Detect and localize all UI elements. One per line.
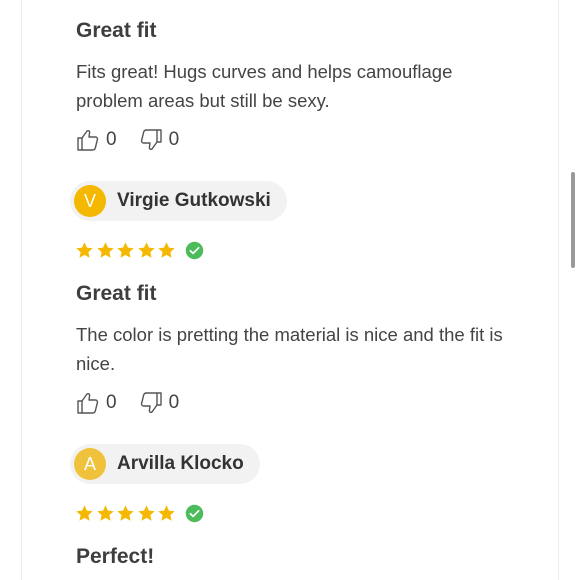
helpful-count: 0: [106, 129, 117, 150]
thumbs-up-icon: [77, 392, 99, 414]
star-icon: [158, 505, 175, 521]
avatar: V: [74, 185, 106, 217]
author-name: Virgie Gutkowski: [117, 190, 271, 211]
star-icon: [137, 242, 155, 258]
not-helpful-button[interactable]: 0: [139, 128, 180, 152]
star-rating: [75, 504, 204, 523]
star-icon: [96, 505, 114, 521]
scrollbar-thumb[interactable]: [571, 172, 575, 268]
star-icon: [96, 242, 114, 258]
helpful-count: 0: [106, 392, 117, 413]
card-right-border: [558, 0, 559, 580]
verified-check-icon: [185, 504, 203, 523]
star-icon: [158, 242, 175, 258]
helpful-button[interactable]: 0: [76, 391, 117, 415]
review-votes: 0 0: [76, 388, 546, 418]
thumbs-down-icon: [140, 129, 162, 151]
star-icon: [117, 505, 134, 521]
avatar: A: [74, 448, 106, 480]
card-left-border: [21, 0, 22, 580]
not-helpful-button[interactable]: 0: [139, 391, 180, 415]
thumbs-up-icon: [77, 129, 99, 151]
review-3: Perfect!: [76, 544, 546, 570]
review-title: Perfect!: [76, 545, 155, 568]
author-badge: V Virgie Gutkowski: [70, 181, 287, 221]
review-body: Fits great! Hugs curves and helps camouf…: [76, 61, 453, 111]
not-helpful-count: 0: [168, 392, 180, 413]
star-rating: [75, 241, 204, 260]
thumbs-down-icon: [140, 392, 162, 414]
star-icon: [117, 242, 134, 258]
helpful-button[interactable]: 0: [76, 128, 117, 152]
verified-check-icon: [185, 241, 203, 260]
review-1: Great fit Fits great! Hugs curves and he…: [76, 18, 546, 155]
review-2: Great fit The color is pretting the mate…: [76, 281, 546, 418]
star-icon: [137, 505, 155, 521]
author-badge: A Arvilla Klocko: [70, 444, 260, 484]
star-icon: [76, 242, 93, 258]
review-votes: 0 0: [76, 125, 546, 155]
star-icon: [76, 505, 93, 521]
not-helpful-count: 0: [168, 129, 180, 150]
review-body: The color is pretting the material is ni…: [76, 324, 503, 374]
review-title: Great fit: [76, 282, 157, 305]
review-title: Great fit: [76, 19, 157, 42]
author-name: Arvilla Klocko: [117, 453, 244, 474]
